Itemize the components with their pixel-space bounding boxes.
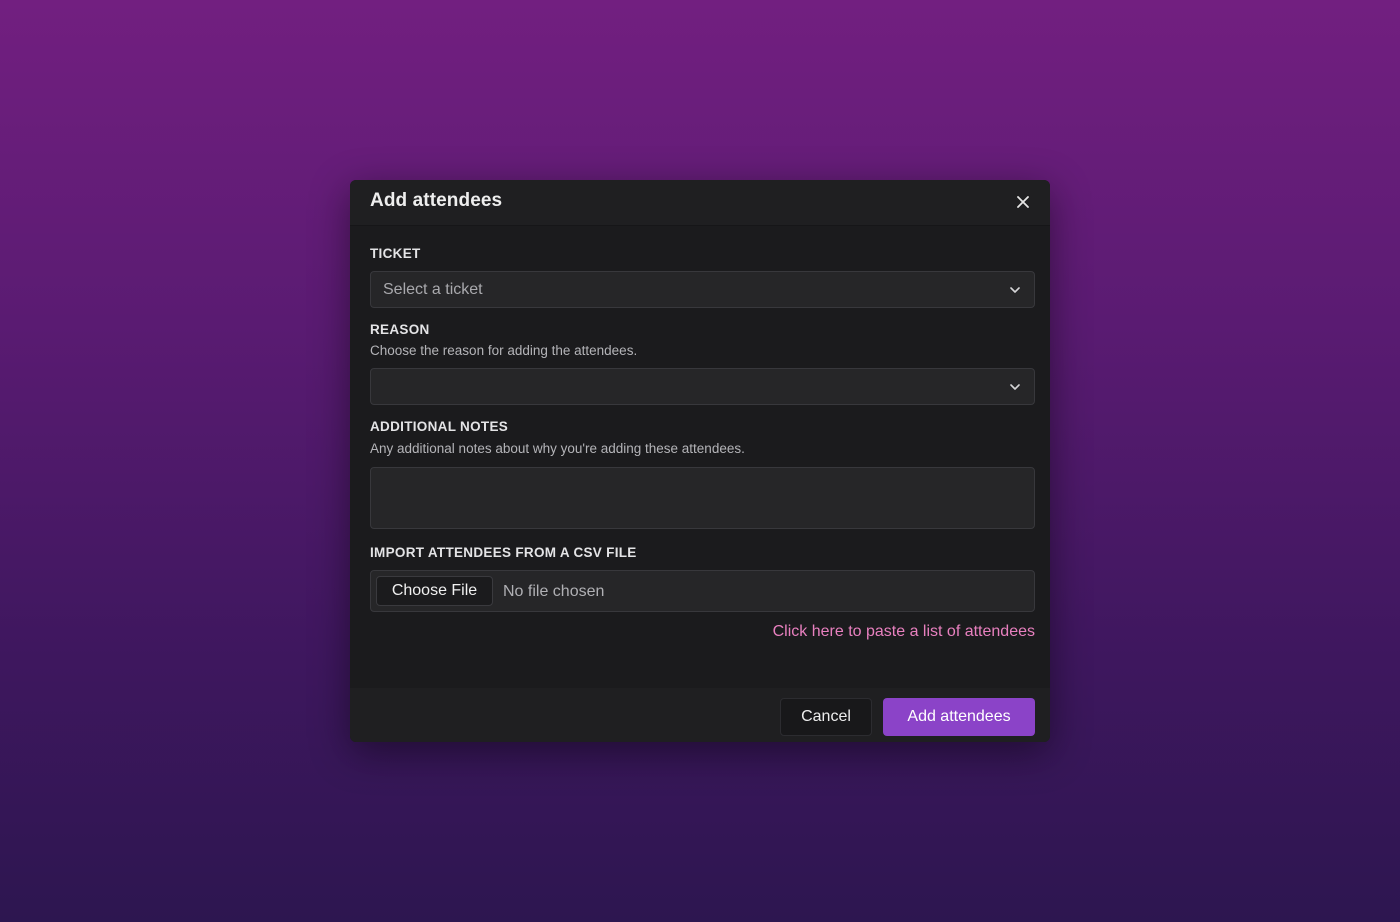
cancel-button[interactable]: Cancel [780,698,872,736]
paste-attendees-link[interactable]: Click here to paste a list of attendees [773,623,1035,641]
ticket-select-placeholder: Select a ticket [383,281,483,298]
close-button[interactable] [1010,189,1036,215]
chevron-down-icon [1010,287,1020,293]
notes-description: Any additional notes about why you're ad… [370,441,745,456]
add-attendees-modal: Add attendees TICKET Select a ticket REA… [350,180,1050,742]
close-icon [1017,196,1029,208]
modal-body: TICKET Select a ticket REASON Choose the… [350,226,1050,688]
add-attendees-button[interactable]: Add attendees [883,698,1035,736]
csv-file-input[interactable]: Choose File No file chosen [370,570,1035,612]
notes-textarea[interactable] [370,467,1035,529]
reason-label: REASON [370,322,430,337]
modal-title: Add attendees [370,190,503,211]
choose-file-button[interactable]: Choose File [376,576,493,606]
modal-footer: Cancel Add attendees [350,688,1050,742]
modal-header: Add attendees [350,180,1050,226]
reason-select[interactable] [370,368,1035,405]
csv-label: IMPORT ATTENDEES FROM A CSV FILE [370,545,637,560]
ticket-label: TICKET [370,246,421,261]
file-status: No file chosen [503,583,605,600]
reason-description: Choose the reason for adding the attende… [370,343,638,358]
ticket-select[interactable]: Select a ticket [370,271,1035,308]
chevron-down-icon [1010,384,1020,390]
notes-label: ADDITIONAL NOTES [370,419,509,434]
